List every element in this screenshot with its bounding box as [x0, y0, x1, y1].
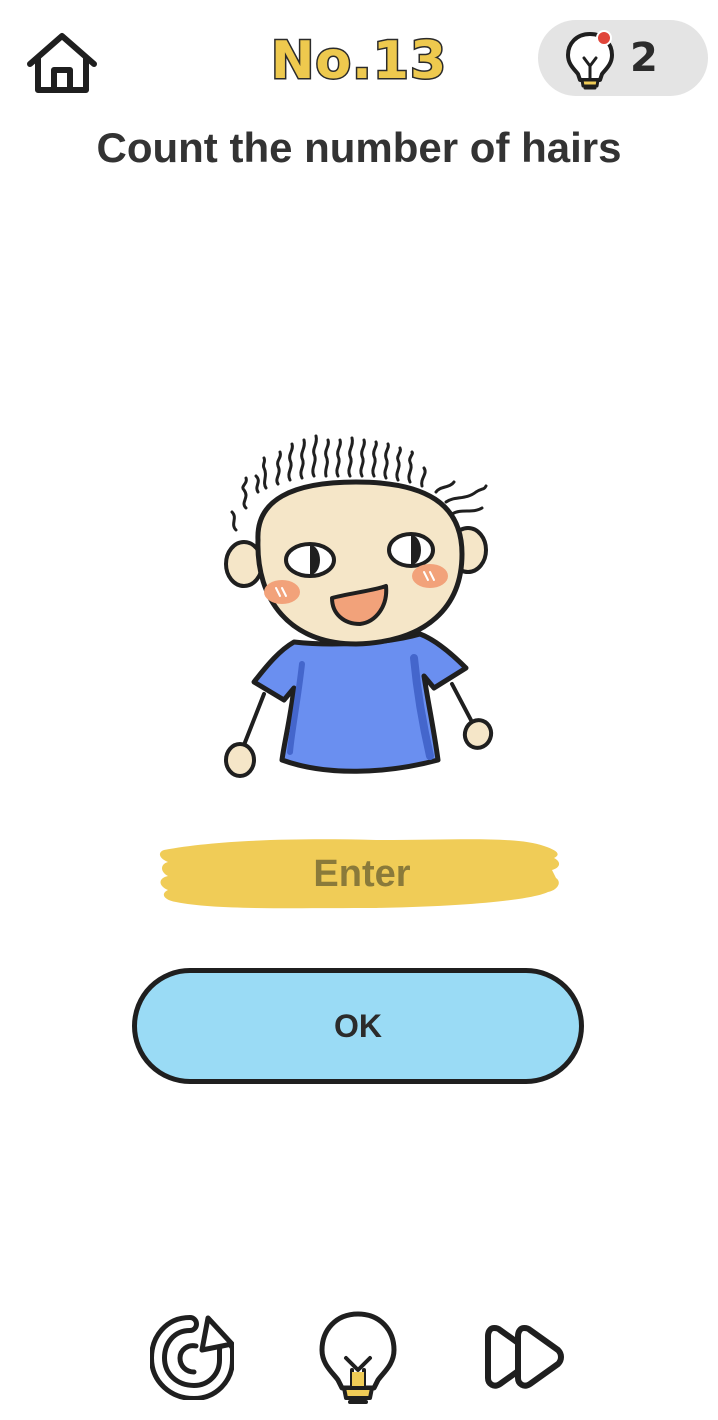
hint-button[interactable]: [318, 1308, 398, 1408]
lightbulb-icon: [319, 1311, 397, 1404]
ok-button-label: OK: [334, 1007, 382, 1044]
skip-button[interactable]: [484, 1318, 568, 1396]
home-icon: [27, 33, 97, 93]
character-illustration[interactable]: [206, 430, 506, 790]
answer-input-container[interactable]: [156, 832, 564, 914]
home-button[interactable]: [24, 30, 100, 96]
level-number: No.13: [269, 30, 448, 93]
ok-button[interactable]: OK: [132, 968, 584, 1084]
lightbulb-icon: [566, 30, 614, 90]
hint-counter[interactable]: 2: [538, 20, 708, 96]
fast-forward-icon: [485, 1325, 564, 1389]
restart-icon: [148, 1315, 235, 1402]
hint-count: 2: [630, 35, 658, 81]
question-text: Count the number of hairs: [96, 124, 622, 171]
restart-button[interactable]: [148, 1310, 235, 1402]
answer-input[interactable]: [196, 844, 528, 904]
